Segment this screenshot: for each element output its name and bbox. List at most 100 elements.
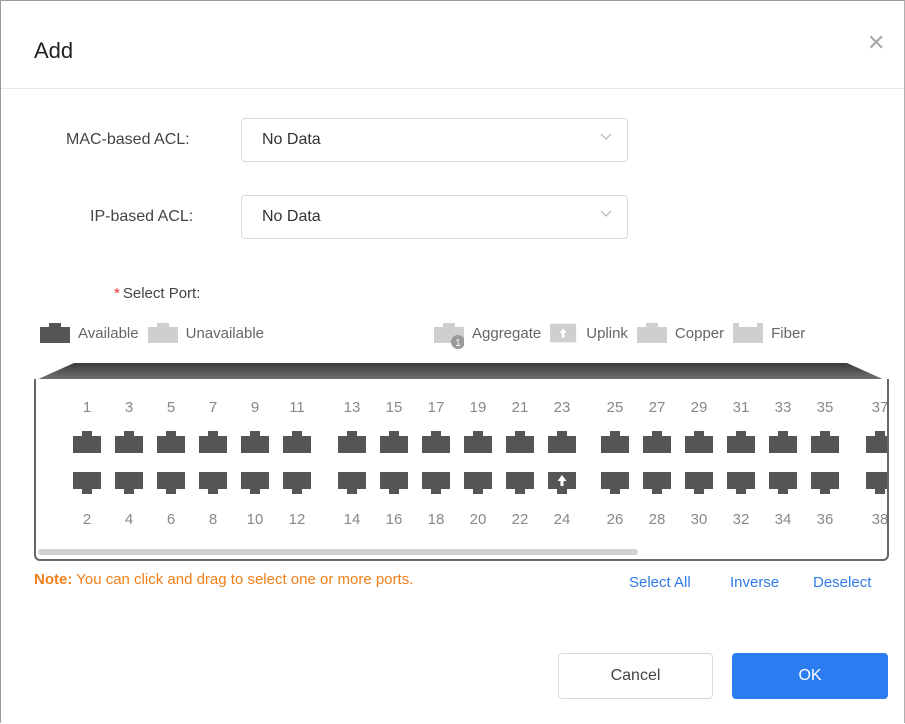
legend-uplink-label: Uplink (586, 324, 628, 342)
legend-uplink: Uplink (550, 323, 628, 343)
port-number: 37 (871, 399, 889, 416)
port-24[interactable] (548, 472, 576, 494)
port-number: 25 (606, 399, 624, 416)
port-33[interactable] (769, 431, 797, 453)
port-37[interactable] (866, 431, 889, 453)
port-number: 5 (166, 399, 176, 416)
port-number: 20 (469, 511, 487, 528)
port-number: 17 (427, 399, 445, 416)
legend-left: Available Unavailable (40, 320, 273, 346)
port-number: 31 (732, 399, 750, 416)
port-28[interactable] (643, 472, 671, 494)
port-27[interactable] (643, 431, 671, 453)
port-aggregate-icon: 1 (434, 323, 464, 349)
port-18[interactable] (422, 472, 450, 494)
port-number: 18 (427, 511, 445, 528)
legend-unavailable: Unavailable (147, 323, 264, 343)
port-panel[interactable]: 1 3 5 7 9 11 13 15 17 19 21 23 25 27 29 31 33 35 37 2 4 6 8 10 1… (34, 363, 889, 561)
close-icon[interactable]: ✕ (867, 32, 885, 54)
port-21[interactable] (506, 431, 534, 453)
port-number: 3 (124, 399, 134, 416)
legend-aggregate: 1 Aggregate (434, 317, 541, 349)
port-3[interactable] (115, 431, 143, 453)
required-mark: * (114, 285, 120, 302)
port-29[interactable] (685, 431, 713, 453)
cancel-button[interactable]: Cancel (558, 653, 713, 699)
select-all-link[interactable]: Select All (629, 574, 691, 591)
port-22[interactable] (506, 472, 534, 494)
port-13[interactable] (338, 431, 366, 453)
port-number: 8 (208, 511, 218, 528)
port-number: 13 (343, 399, 361, 416)
port-11[interactable] (283, 431, 311, 453)
port-1[interactable] (73, 431, 101, 453)
port-35[interactable] (811, 431, 839, 453)
port-number: 35 (816, 399, 834, 416)
port-8[interactable] (199, 472, 227, 494)
port-10[interactable] (241, 472, 269, 494)
legend-copper: Copper (636, 323, 724, 343)
port-38[interactable] (866, 472, 889, 494)
port-32[interactable] (727, 472, 755, 494)
port-23[interactable] (548, 431, 576, 453)
port-number: 33 (774, 399, 792, 416)
port-grid[interactable]: 1 3 5 7 9 11 13 15 17 19 21 23 25 27 29 31 33 35 37 2 4 6 8 10 1… (34, 379, 889, 561)
port-34[interactable] (769, 472, 797, 494)
port-copper-icon (636, 323, 667, 343)
port-number: 21 (511, 399, 529, 416)
port-number: 4 (124, 511, 134, 528)
chevron-down-icon (600, 210, 612, 217)
port-25[interactable] (601, 431, 629, 453)
horizontal-scrollbar[interactable] (38, 549, 638, 555)
legend-right: 1 Aggregate Uplink Copper Fiber (434, 317, 814, 349)
port-number: 6 (166, 511, 176, 528)
port-20[interactable] (464, 472, 492, 494)
mac-acl-value: No Data (262, 131, 321, 148)
deselect-link[interactable]: Deselect (813, 574, 871, 591)
port-number: 15 (385, 399, 403, 416)
port-number: 29 (690, 399, 708, 416)
select-port-label: * Select Port: (114, 285, 200, 302)
port-36[interactable] (811, 472, 839, 494)
port-9[interactable] (241, 431, 269, 453)
port-6[interactable] (157, 472, 185, 494)
note-body: You can click and drag to select one or … (72, 571, 414, 588)
port-number: 24 (553, 511, 571, 528)
ip-acl-value: No Data (262, 208, 321, 225)
port-available-icon (40, 323, 70, 343)
legend-fiber-label: Fiber (771, 324, 806, 342)
ip-acl-label: IP-based ACL: (90, 208, 194, 225)
port-26[interactable] (601, 472, 629, 494)
port-number: 10 (246, 511, 264, 528)
port-5[interactable] (157, 431, 185, 453)
note-text: Note: You can click and drag to select o… (34, 571, 413, 588)
port-17[interactable] (422, 431, 450, 453)
port-number: 34 (774, 511, 792, 528)
ok-button[interactable]: OK (732, 653, 888, 699)
port-number: 26 (606, 511, 624, 528)
port-number: 22 (511, 511, 529, 528)
port-uplink-icon (550, 323, 577, 343)
port-12[interactable] (283, 472, 311, 494)
port-number: 11 (289, 399, 305, 416)
mac-acl-label: MAC-based ACL: (66, 131, 190, 148)
port-4[interactable] (115, 472, 143, 494)
port-number: 27 (648, 399, 666, 416)
mac-acl-select[interactable]: No Data (241, 118, 628, 162)
port-14[interactable] (338, 472, 366, 494)
header-divider (1, 88, 904, 89)
port-fiber-icon (733, 323, 764, 343)
port-30[interactable] (685, 472, 713, 494)
port-31[interactable] (727, 431, 755, 453)
port-19[interactable] (464, 431, 492, 453)
port-7[interactable] (199, 431, 227, 453)
ip-acl-select[interactable]: No Data (241, 195, 628, 239)
port-16[interactable] (380, 472, 408, 494)
aggregate-badge: 1 (455, 338, 461, 349)
port-15[interactable] (380, 431, 408, 453)
legend-available-label: Available (78, 324, 139, 342)
chevron-down-icon (600, 133, 612, 140)
port-number: 7 (208, 399, 218, 416)
inverse-link[interactable]: Inverse (730, 574, 779, 591)
port-2[interactable] (73, 472, 101, 494)
